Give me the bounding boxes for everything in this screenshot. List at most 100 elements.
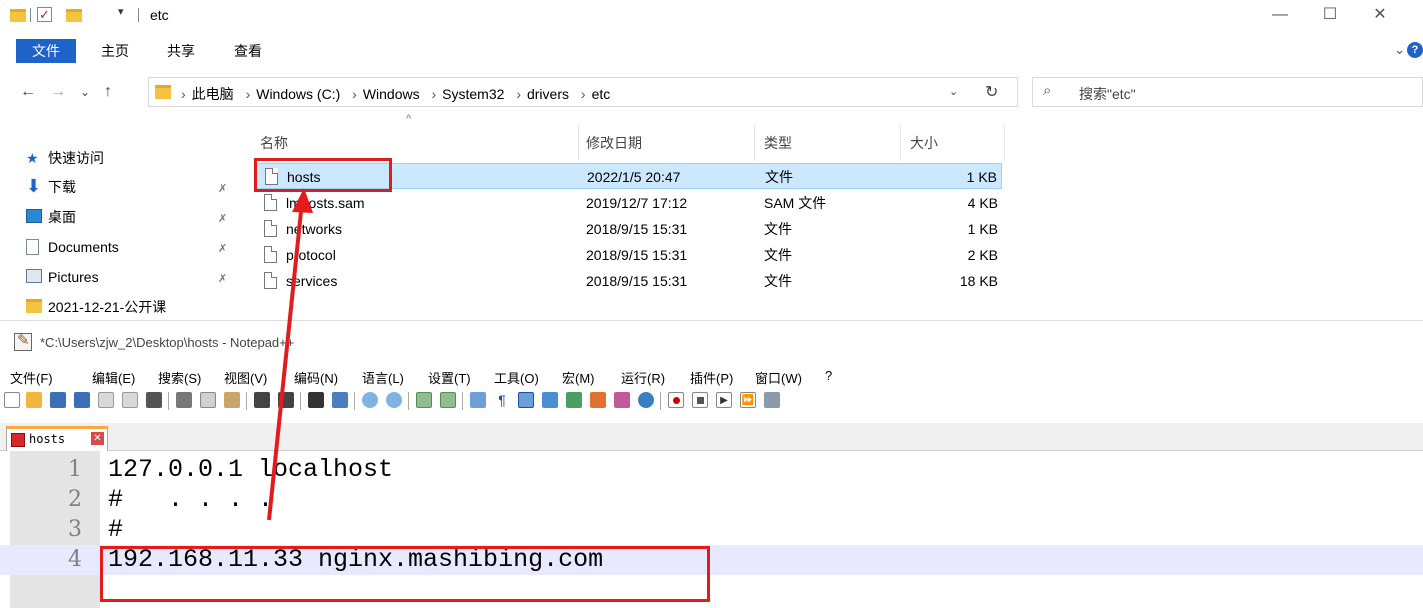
menu-tools[interactable]: 工具(O) (494, 368, 539, 387)
menu-view[interactable]: 视图(V) (224, 368, 267, 387)
stop-macro-icon[interactable] (692, 392, 708, 408)
column-divider[interactable] (578, 125, 579, 161)
expand-ribbon-icon[interactable]: ⌄ (1394, 42, 1405, 58)
file-row[interactable]: networks 2018/9/15 15:31 文件 1 KB (256, 216, 1002, 242)
breadcrumb-separator[interactable]: › (581, 86, 586, 102)
search-input[interactable]: ⌕ 搜索"etc" (1032, 77, 1423, 107)
menu-search[interactable]: 搜索(S) (158, 368, 201, 387)
replace-icon[interactable] (332, 392, 348, 408)
new-file-icon[interactable] (4, 392, 20, 408)
function-list-icon[interactable] (590, 392, 606, 408)
folder-as-workspace-icon[interactable] (614, 392, 630, 408)
menu-language[interactable]: 语言(L) (362, 368, 404, 387)
open-file-icon[interactable] (26, 392, 42, 408)
breadcrumb-item[interactable]: System32 (442, 86, 504, 102)
column-header-size[interactable]: 大小 (910, 133, 938, 153)
redo-icon[interactable] (278, 392, 294, 408)
pin-icon[interactable]: ✗ (218, 182, 227, 195)
menu-macro[interactable]: 宏(M) (562, 368, 595, 387)
menu-window[interactable]: 窗口(W) (755, 368, 802, 387)
find-icon[interactable] (308, 392, 324, 408)
editor-line[interactable]: 2 # . . . . (0, 485, 1423, 515)
sidebar-item-downloads[interactable]: ⬇ 下载 (26, 175, 76, 199)
play-macro-icon[interactable]: ▶ (716, 392, 732, 408)
column-divider[interactable] (900, 125, 901, 161)
breadcrumb-item[interactable]: Windows (C:) (256, 86, 340, 102)
menu-settings[interactable]: 设置(T) (428, 368, 471, 387)
menu-help[interactable]: ? (825, 368, 832, 383)
print-icon[interactable] (146, 392, 162, 408)
save-all-icon[interactable] (74, 392, 90, 408)
record-macro-icon[interactable] (668, 392, 684, 408)
breadcrumb-item[interactable]: etc (592, 86, 611, 102)
file-row[interactable]: protocol 2018/9/15 15:31 文件 2 KB (256, 242, 1002, 268)
maximize-button[interactable]: ☐ (1307, 3, 1353, 27)
close-tab-icon[interactable]: ✕ (91, 432, 104, 445)
tab-file[interactable]: 文件 (16, 39, 76, 63)
zoom-out-icon[interactable] (386, 392, 402, 408)
tab-view[interactable]: 查看 (224, 39, 272, 63)
address-dropdown-icon[interactable]: ⌄ (949, 85, 958, 98)
file-row[interactable]: lmhosts.sam 2019/12/7 17:12 SAM 文件 4 KB (256, 190, 1002, 216)
copy-icon[interactable] (200, 392, 216, 408)
menu-plugins[interactable]: 插件(P) (690, 368, 733, 387)
paste-icon[interactable] (224, 392, 240, 408)
recent-locations-icon[interactable]: ⌄ (80, 85, 90, 99)
editor-line[interactable]: 3 # (0, 515, 1423, 545)
run-macro-multiple-icon[interactable]: ⏩ (740, 392, 756, 408)
menu-file[interactable]: 文件(F) (10, 368, 53, 387)
show-all-characters-icon[interactable]: ¶ (494, 392, 510, 408)
menu-run[interactable]: 运行(R) (621, 368, 665, 387)
language-icon[interactable] (542, 392, 558, 408)
forward-icon[interactable]: → (50, 83, 66, 101)
sync-vertical-icon[interactable] (416, 392, 432, 408)
sidebar-item-desktop[interactable]: 桌面 (26, 205, 76, 229)
breadcrumb-item[interactable]: drivers (527, 86, 569, 102)
indent-guide-icon[interactable] (518, 392, 534, 408)
menu-encoding[interactable]: 编码(N) (294, 368, 338, 387)
column-divider[interactable] (1004, 125, 1005, 161)
cut-icon[interactable] (176, 392, 192, 408)
pin-icon[interactable]: ✗ (218, 242, 227, 255)
close-button[interactable]: ✕ (1357, 3, 1403, 27)
save-icon[interactable] (50, 392, 66, 408)
customize-quick-access-icon[interactable]: ▾ (118, 5, 124, 18)
sidebar-item-documents[interactable]: Documents (26, 235, 119, 259)
tab-hosts[interactable]: hosts ✕ (6, 426, 108, 451)
refresh-icon[interactable]: ↻ (985, 82, 998, 102)
column-header-date[interactable]: 修改日期 (586, 133, 642, 153)
save-macro-icon[interactable] (764, 392, 780, 408)
breadcrumb-separator[interactable]: › (352, 86, 357, 102)
column-header-name[interactable]: 名称 (260, 133, 288, 153)
column-divider[interactable] (754, 125, 755, 161)
file-row[interactable]: services 2018/9/15 15:31 文件 18 KB (256, 268, 1002, 294)
sidebar-item-quick-access[interactable]: ★ 快速访问 (26, 146, 104, 170)
tab-home[interactable]: 主页 (90, 39, 140, 63)
sidebar-item-pictures[interactable]: Pictures (26, 265, 99, 289)
pin-icon[interactable]: ✗ (218, 212, 227, 225)
zoom-in-icon[interactable] (362, 392, 378, 408)
address-bar[interactable]: › 此电脑 › Windows (C:) › Windows › System32 › d… (148, 77, 1018, 107)
undo-icon[interactable] (254, 392, 270, 408)
sync-horizontal-icon[interactable] (440, 392, 456, 408)
new-folder-icon[interactable] (66, 9, 82, 22)
up-icon[interactable]: ↑ (104, 83, 112, 101)
monitoring-icon[interactable] (638, 392, 654, 408)
help-icon[interactable]: ? (1407, 42, 1423, 58)
minimize-button[interactable]: — (1257, 3, 1303, 27)
editor-line[interactable]: 1 127.0.0.1 localhost (0, 455, 1423, 485)
word-wrap-icon[interactable] (470, 392, 486, 408)
pin-icon[interactable]: ✗ (218, 272, 227, 285)
tab-share[interactable]: 共享 (158, 39, 204, 63)
properties-icon[interactable]: ✓ (37, 7, 52, 22)
close-all-icon[interactable] (122, 392, 138, 408)
column-header-type[interactable]: 类型 (764, 133, 792, 153)
breadcrumb-item[interactable]: Windows (363, 86, 420, 102)
breadcrumb-item[interactable]: 此电脑 (192, 86, 234, 102)
sidebar-item-folder[interactable]: 2021-12-21-公开课 (26, 295, 166, 319)
document-map-icon[interactable] (566, 392, 582, 408)
breadcrumb-separator[interactable]: › (516, 86, 521, 102)
close-file-icon[interactable] (98, 392, 114, 408)
menu-edit[interactable]: 编辑(E) (92, 368, 135, 387)
back-icon[interactable]: ← (20, 83, 36, 101)
